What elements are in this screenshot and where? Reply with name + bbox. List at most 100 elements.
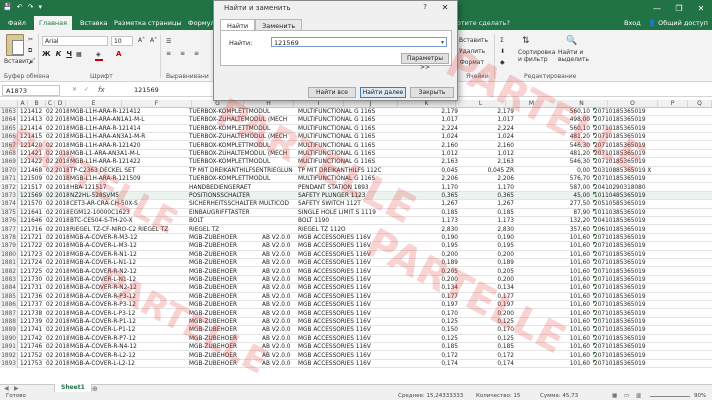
cell-h[interactable]: MULTIFUNCTIONAL G 116S xyxy=(298,108,394,116)
cell-a[interactable]: 121752 xyxy=(20,352,44,360)
table-row[interactable]: 1863 121412 02 2018 MGB-L1H-ARA-R-121412 TUER… xyxy=(0,108,712,117)
row-number[interactable]: 1890 xyxy=(0,334,18,343)
cell-a[interactable]: 121722 xyxy=(20,242,44,250)
cell-a[interactable]: 121746 xyxy=(20,343,44,351)
row-number[interactable]: 1891 xyxy=(0,343,18,352)
cell-g[interactable]: AB V2.0.0 xyxy=(262,335,296,343)
cell-c[interactable]: 2018 xyxy=(55,234,69,242)
cell-f[interactable]: HANDBEDIENGERAET xyxy=(189,184,297,192)
cell-j[interactable]: 0,125 xyxy=(410,318,458,326)
column-header-b[interactable]: B xyxy=(28,100,46,108)
cell-a[interactable]: 121738 xyxy=(20,310,44,318)
row-number[interactable]: 1886 xyxy=(0,301,18,310)
cell-d[interactable]: MGB-A-COVER-R-N1-12 xyxy=(70,251,188,259)
cell-k[interactable]: 0,195 xyxy=(464,242,514,250)
cell-c[interactable]: 2018 xyxy=(55,200,69,208)
cell-m[interactable]: 277,50 xyxy=(540,200,590,208)
cell-b[interactable]: 02 xyxy=(46,226,55,234)
cell-h[interactable]: MGB ACCESSORIES 116V xyxy=(298,343,394,351)
cell-g[interactable]: AB V2.0.0 xyxy=(262,234,296,242)
cell-o[interactable]: 85365019 xyxy=(616,276,676,284)
row-number[interactable]: 1893 xyxy=(0,360,18,368)
cell-h[interactable]: MULTIFUNCTIONAL G 116S xyxy=(298,125,394,133)
cell-o[interactable]: 85365019 xyxy=(616,352,676,360)
cell-f[interactable]: RIEGEL TZ xyxy=(189,226,297,234)
table-row[interactable]: 1889 121741 02 2018 MGB-A-COVER-L-P1-12 MGB-Z… xyxy=(0,326,712,335)
cell-k[interactable]: 1,170 xyxy=(464,184,514,192)
cell-m[interactable]: 87,90 xyxy=(540,209,590,217)
cell-m[interactable]: 101,60 xyxy=(540,234,590,242)
cell-k[interactable]: 2,830 xyxy=(464,226,514,234)
cell-b[interactable]: 02 xyxy=(46,242,55,250)
maximize-button[interactable]: ❐ xyxy=(668,0,690,16)
align-top-icon[interactable]: ☰ xyxy=(166,38,171,45)
cell-g[interactable]: AB V2.0.0 xyxy=(262,318,296,326)
cell-f[interactable]: SICHERHEITSSCHALTER MULTICOD xyxy=(189,200,297,208)
fill-color-icon[interactable]: ◈ xyxy=(96,51,101,58)
sort-filter-icon[interactable]: ⇅ xyxy=(522,36,530,46)
cell-k[interactable]: 1,267 xyxy=(464,200,514,208)
cell-h[interactable]: MGB ACCESSORIES 116V xyxy=(298,276,394,284)
row-number[interactable]: 1889 xyxy=(0,326,18,335)
cell-a[interactable]: 121723 xyxy=(20,251,44,259)
bold-button[interactable]: Ж xyxy=(42,50,51,58)
italic-button[interactable]: К xyxy=(56,50,62,58)
cell-o[interactable]: 85365019 xyxy=(616,116,676,124)
customize-qat-icon[interactable]: ▾ xyxy=(38,3,42,11)
cell-h[interactable]: MGB ACCESSORIES 116V xyxy=(298,284,394,292)
cell-b[interactable]: 02 xyxy=(46,209,55,217)
cell-c[interactable]: 2018 xyxy=(55,209,69,217)
cell-g[interactable]: AB V2.0.0 xyxy=(262,251,296,259)
minimize-button[interactable]: — xyxy=(646,0,668,16)
find-what-input[interactable]: 121569 ▾ xyxy=(271,37,447,47)
cell-d[interactable]: MGB-A-COVER-R-M3-12 xyxy=(70,234,188,242)
cell-b[interactable]: 02 xyxy=(46,200,55,208)
table-row[interactable]: 1890 121742 02 2018 MGB-A-COVER-R-P7-12 MGB-Z… xyxy=(0,334,712,343)
cell-k[interactable]: 0,185 xyxy=(464,343,514,351)
table-row[interactable]: 1892 121752 02 2018 MGB-A-COVER-R-L2-12 MGB-Z… xyxy=(0,351,712,360)
cell-a[interactable]: 121570 xyxy=(20,200,44,208)
cell-o[interactable]: 85365019 xyxy=(616,318,676,326)
cell-o[interactable]: 85365019 xyxy=(616,108,676,116)
cell-j[interactable]: 0,185 xyxy=(410,343,458,351)
column-header-q[interactable]: Q xyxy=(688,100,712,108)
cell-j[interactable]: 1,024 xyxy=(410,133,458,141)
cell-c[interactable]: 2018 xyxy=(55,293,69,301)
cell-c[interactable]: 2018 xyxy=(55,284,69,292)
close-dialog-button[interactable]: Закрыть xyxy=(410,87,454,98)
paste-icon[interactable] xyxy=(6,34,24,56)
shrink-font-icon[interactable]: A˅ xyxy=(150,37,157,44)
column-header-f[interactable]: F xyxy=(122,100,192,108)
cell-a[interactable]: 121736 xyxy=(20,293,44,301)
cell-m[interactable]: 0,00 xyxy=(540,167,590,175)
cell-d[interactable]: MGB-L1H-ARA-AN3A1-M-R xyxy=(70,133,188,141)
row-number[interactable]: 1864 xyxy=(0,116,18,125)
table-row[interactable]: 1880 121723 02 2018 MGB-A-COVER-R-N1-12 MGB-Z… xyxy=(0,250,712,259)
cell-j[interactable]: 0,125 xyxy=(410,335,458,343)
formula-input[interactable]: 121569 xyxy=(134,86,159,94)
cell-k[interactable]: 0,045 ZR xyxy=(464,167,514,175)
cell-j[interactable]: 2,830 xyxy=(410,226,458,234)
cell-h[interactable]: MGB ACCESSORIES 116V xyxy=(298,360,394,368)
cell-b[interactable]: 02 xyxy=(46,343,55,351)
cell-c[interactable]: 2018 xyxy=(55,301,69,309)
cell-d[interactable]: MGB-A-COVER-L-L2-12 xyxy=(70,360,188,368)
cell-m[interactable]: 546,30 xyxy=(540,158,590,166)
cell-g[interactable]: AB V2.0.0 xyxy=(262,310,296,318)
cell-k[interactable]: 1,017 xyxy=(464,116,514,124)
cell-c[interactable]: 2018 xyxy=(55,268,69,276)
tab-page-layout[interactable]: Разметка страницы xyxy=(114,19,182,27)
cell-m[interactable]: 101,60 xyxy=(540,268,590,276)
table-row[interactable]: 1877 121716 02 2018 RIEGEL TZ-CF-NIRO-C2 RIE… xyxy=(0,225,712,234)
cell-a[interactable]: 121716 xyxy=(20,226,44,234)
cell-b[interactable]: 02 xyxy=(46,217,55,225)
cell-m[interactable]: 101,60 xyxy=(540,284,590,292)
cell-o[interactable]: 85365019 xyxy=(616,360,676,368)
cell-c[interactable]: 2018 xyxy=(55,318,69,326)
cell-b[interactable]: 02 xyxy=(46,108,55,116)
cell-c[interactable]: 2018 xyxy=(55,116,69,124)
cell-j[interactable]: 1,017 xyxy=(410,116,458,124)
cell-b[interactable]: 02 xyxy=(46,335,55,343)
zoom-slider[interactable] xyxy=(650,396,690,397)
find-select-icon[interactable]: 🔍 xyxy=(566,36,577,46)
